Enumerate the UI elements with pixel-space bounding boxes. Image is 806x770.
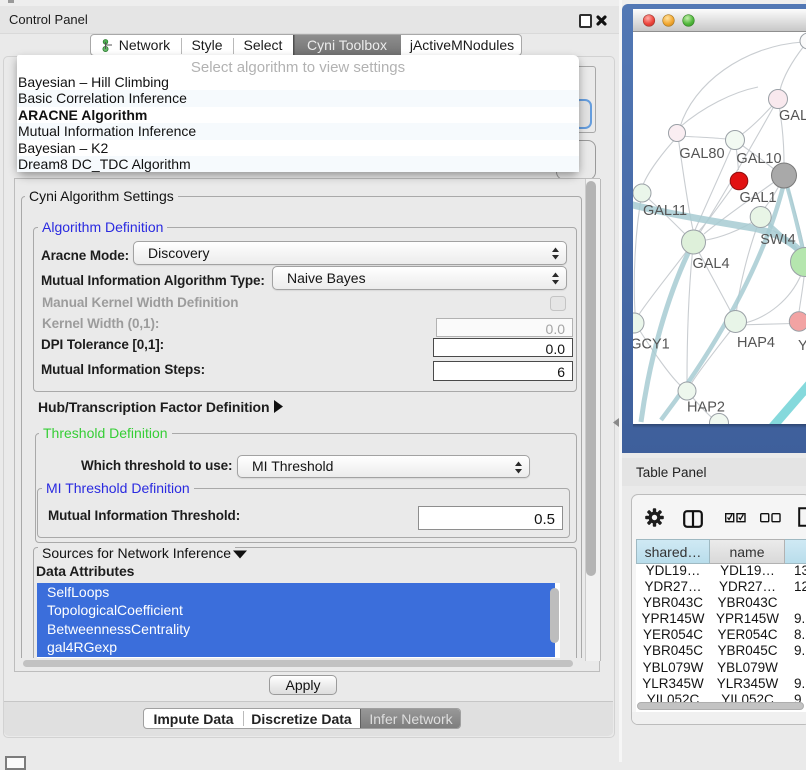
svg-text:HAP2: HAP2 — [687, 400, 725, 416]
svg-text:HAP4: HAP4 — [737, 335, 775, 351]
svg-text:GAL1: GAL1 — [739, 190, 776, 206]
svg-text:GAL80: GAL80 — [679, 146, 724, 162]
svg-text:GAL7: GAL7 — [779, 108, 806, 124]
svg-text:GAL10: GAL10 — [736, 151, 781, 167]
svg-text:GCY1: GCY1 — [633, 337, 670, 353]
svg-text:Y: Y — [798, 338, 806, 354]
svg-text:GAL4: GAL4 — [692, 256, 729, 272]
svg-text:GAL11: GAL11 — [643, 203, 687, 219]
svg-text:SWI4: SWI4 — [760, 232, 795, 248]
